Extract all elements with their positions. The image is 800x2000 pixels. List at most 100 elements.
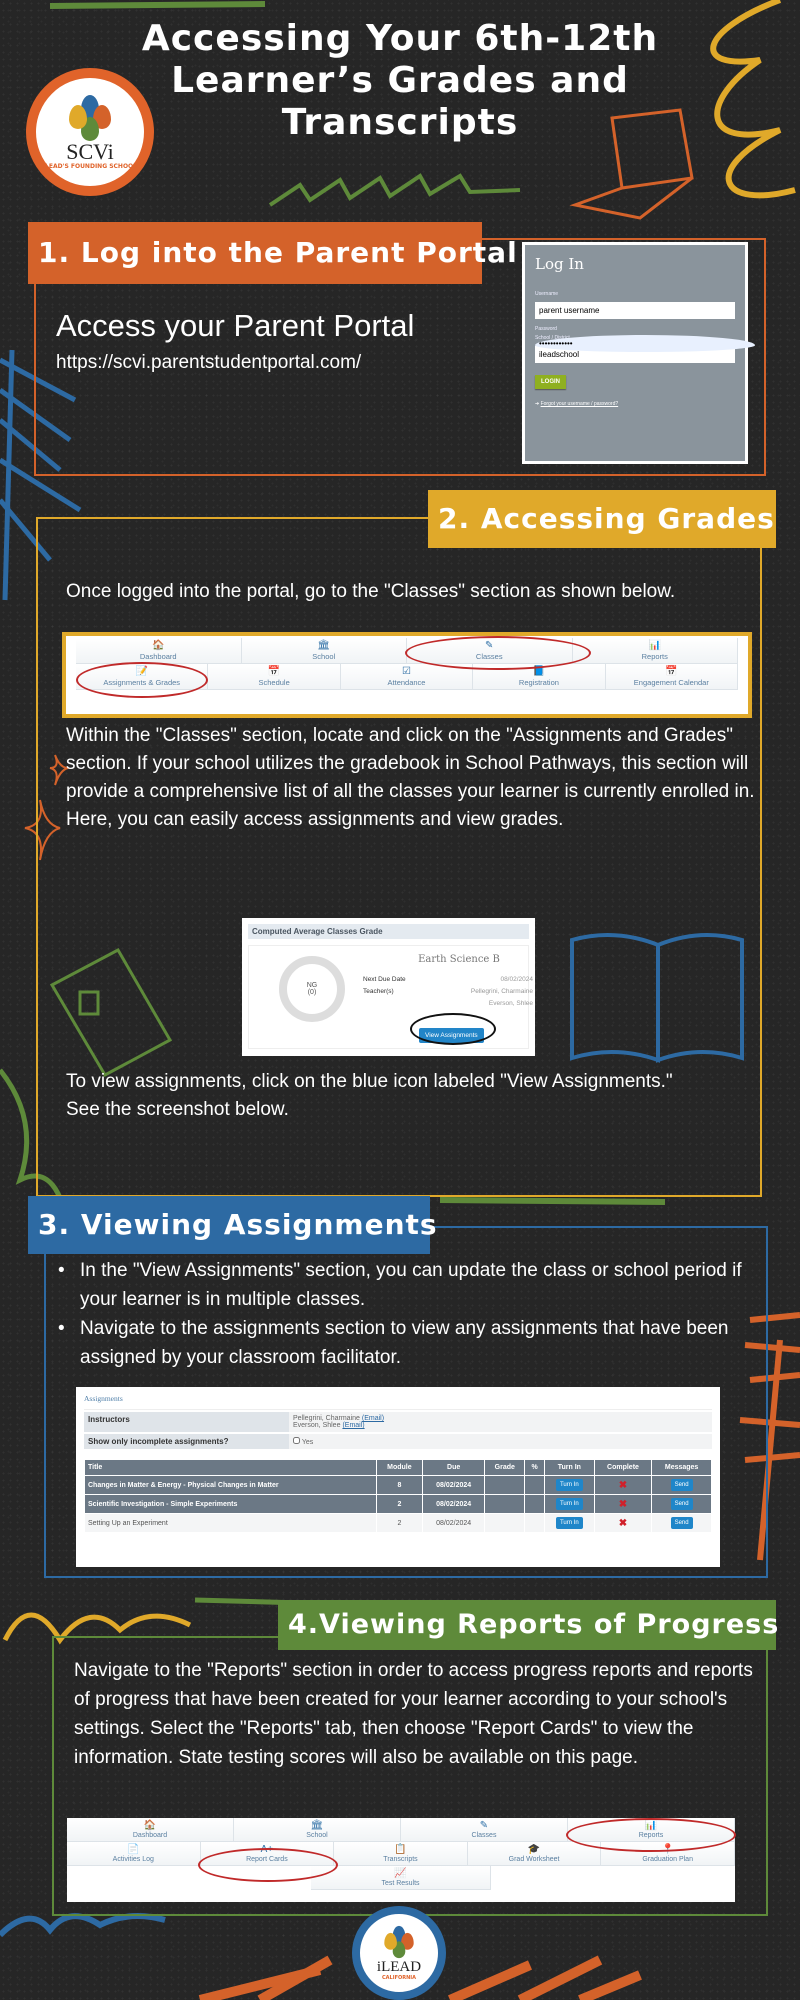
nav-tab-dashboard[interactable]: 🏠 Dashboard <box>76 638 242 664</box>
grade-count: (0) <box>307 989 317 996</box>
login-title: Log In <box>535 255 584 273</box>
column-header[interactable]: Grade <box>484 1459 526 1476</box>
grade-cell <box>484 1494 526 1514</box>
grade-cell <box>484 1475 526 1495</box>
green-scribble-top <box>49 1 266 9</box>
section2-instructions: Within the "Classes" section, locate and… <box>66 725 755 830</box>
ilead-logo: iLEAD CALIFORNIA <box>352 1906 446 2000</box>
nav-label: Assignments & Grades <box>103 678 181 687</box>
next-due-row: Next Due Date 08/02/2024 <box>363 976 533 983</box>
column-header[interactable]: Complete <box>593 1459 653 1476</box>
nav-label: Attendance <box>387 678 426 687</box>
column-header[interactable]: Due <box>422 1459 486 1476</box>
module-cell: 2 <box>375 1494 424 1514</box>
send-message-button[interactable]: Send <box>670 1479 693 1491</box>
forgot-credentials: ➔ Forgot your username / password? <box>535 401 735 407</box>
nav-tab-assignments-grades[interactable]: 📝 Assignments & Grades <box>76 664 209 690</box>
nav-icon: 🏛 <box>310 1820 324 1831</box>
turn-in-button[interactable]: Turn In <box>555 1498 583 1510</box>
nav-icon: 📊 <box>648 640 661 651</box>
nav-icon: ✎ <box>485 640 494 651</box>
bullet-item: Navigate to the assignments section to v… <box>58 1314 758 1372</box>
next-due-value: 08/02/2024 <box>500 976 533 983</box>
nav-tab-report-cards[interactable]: A+ Report Cards <box>200 1842 335 1866</box>
nav-tab-attendance[interactable]: ☑ Attendance <box>340 664 474 690</box>
nav-tab-grad-worksheet[interactable]: 🎓 Grad Worksheet <box>467 1842 602 1866</box>
portal-url-link[interactable]: https://scvi.parentstudentportal.com/ <box>56 352 361 374</box>
password-label: Password <box>535 326 557 332</box>
incomplete-filter-row: Show only incomplete assignments? Yes <box>84 1434 712 1449</box>
turn-in-button[interactable]: Turn In <box>555 1517 583 1529</box>
nav-tab-reports[interactable]: 📊 Reports <box>572 638 738 664</box>
instructors-row: Instructors Pellegrini, Charmaine (Email… <box>84 1412 712 1432</box>
instructors-label: Instructors <box>84 1412 289 1432</box>
email-link[interactable]: (Email) <box>362 1415 384 1422</box>
forgot-password-link[interactable]: Forgot your username / password? <box>541 401 619 407</box>
column-header[interactable]: Module <box>375 1459 424 1476</box>
green-zigzag <box>268 173 521 207</box>
nav-tab-registration[interactable]: 📘 Registration <box>473 664 606 690</box>
nav-icon: 📄 <box>127 1844 140 1855</box>
nav-tab-transcripts[interactable]: 📋 Transcripts <box>334 1842 468 1866</box>
nav-label: Reports <box>641 652 668 661</box>
percent-cell <box>524 1475 545 1495</box>
table-row: Scientific Investigation - Simple Experi… <box>84 1494 712 1514</box>
nav-label: Classes <box>475 652 503 661</box>
column-header[interactable]: Title <box>84 1459 377 1476</box>
nav-tab-dashboard[interactable]: 🏠 Dashboard <box>67 1818 234 1842</box>
pinwheel-icon <box>383 1925 415 1958</box>
username-label: Username <box>535 291 559 297</box>
nav-tab-reports[interactable]: 📊 Reports <box>568 1818 735 1842</box>
login-button[interactable]: LOGIN <box>535 375 566 389</box>
view-assignments-button[interactable]: View Assignments <box>419 1028 484 1043</box>
nav-icon: A+ <box>260 1844 274 1855</box>
incomplete-x-icon: ✖ <box>618 1479 628 1491</box>
grade-value: NG <box>306 982 318 989</box>
email-link[interactable]: (Email) <box>342 1422 364 1429</box>
column-header[interactable]: Messages <box>651 1459 712 1476</box>
nav-tab-schedule[interactable]: 📅 Schedule <box>208 664 341 690</box>
class-name: Earth Science B <box>418 954 500 965</box>
teachers-label: Teacher(s) <box>363 988 394 995</box>
nav-tab-test-results[interactable]: 📈 Test Results <box>311 1866 491 1890</box>
nav-tab-activities-log[interactable]: 📄 Activities Log <box>67 1842 201 1866</box>
portal-heading: Access your Parent Portal <box>56 308 415 343</box>
reports-nav-screenshot: 🏠 Dashboard 🏛 School ✎ Classes 📊 Reports 📄 Activ… <box>67 1818 735 1902</box>
table-cell: Send <box>651 1494 712 1514</box>
incomplete-checkbox[interactable] <box>293 1437 300 1444</box>
logo-name: SCVi <box>66 138 114 164</box>
blue-squiggle <box>0 1913 166 1938</box>
logo-subtitle: iLEAD'S FOUNDING SCHOOL <box>43 162 137 170</box>
nav-icon: 🎓 <box>527 1844 541 1855</box>
nav-tab-classes[interactable]: ✎ Classes <box>407 638 573 664</box>
assignment-title: Setting Up an Experiment <box>84 1513 377 1533</box>
table-cell: Send <box>651 1475 712 1495</box>
nav-tab-school[interactable]: 🏛 School <box>234 1818 401 1842</box>
nav-icon: ☑ <box>402 666 411 677</box>
login-screenshot: Log In Username Password School / Distri… <box>522 242 755 464</box>
nav-icon: 🏠 <box>152 640 165 651</box>
column-header[interactable]: Turn In <box>543 1459 595 1476</box>
page-title: Accessing Your 6th-12th Learner’s Grades… <box>141 18 659 143</box>
nav-tab-graduation-plan[interactable]: 📍 Graduation Plan <box>601 1842 735 1866</box>
nav-tab-school[interactable]: 🏛 School <box>241 638 407 664</box>
send-message-button[interactable]: Send <box>670 1517 693 1529</box>
section3-bullets: In the "View Assignments" section, you c… <box>58 1256 758 1372</box>
column-header[interactable]: % <box>524 1459 545 1476</box>
nav-label: Graduation Plan <box>642 1856 693 1863</box>
table-cell: Turn In <box>543 1475 595 1495</box>
username-field[interactable] <box>535 302 735 319</box>
pinwheel-icon <box>67 94 113 141</box>
teachers-row: Teacher(s) Pellegrini, Charmaine <box>363 988 533 995</box>
turn-in-button[interactable]: Turn In <box>555 1479 583 1491</box>
section2-heading: 2. Accessing Grades <box>428 490 776 548</box>
section4-instructions: Navigate to the "Reports" section in ord… <box>74 1660 753 1768</box>
send-message-button[interactable]: Send <box>670 1498 693 1510</box>
nav-tab-engagement-calendar[interactable]: 📅 Engagement Calendar <box>605 664 739 690</box>
grade-donut: NG (0) <box>279 956 345 1022</box>
nav-tab-classes[interactable]: ✎ Classes <box>401 1818 568 1842</box>
password-field[interactable] <box>535 335 755 352</box>
table-row: Setting Up an Experiment 2 08/02/2024 Turn … <box>84 1513 712 1533</box>
instructor-1: Pellegrini, Charmaine <box>293 1415 360 1422</box>
nav-label: Report Cards <box>246 1856 288 1863</box>
